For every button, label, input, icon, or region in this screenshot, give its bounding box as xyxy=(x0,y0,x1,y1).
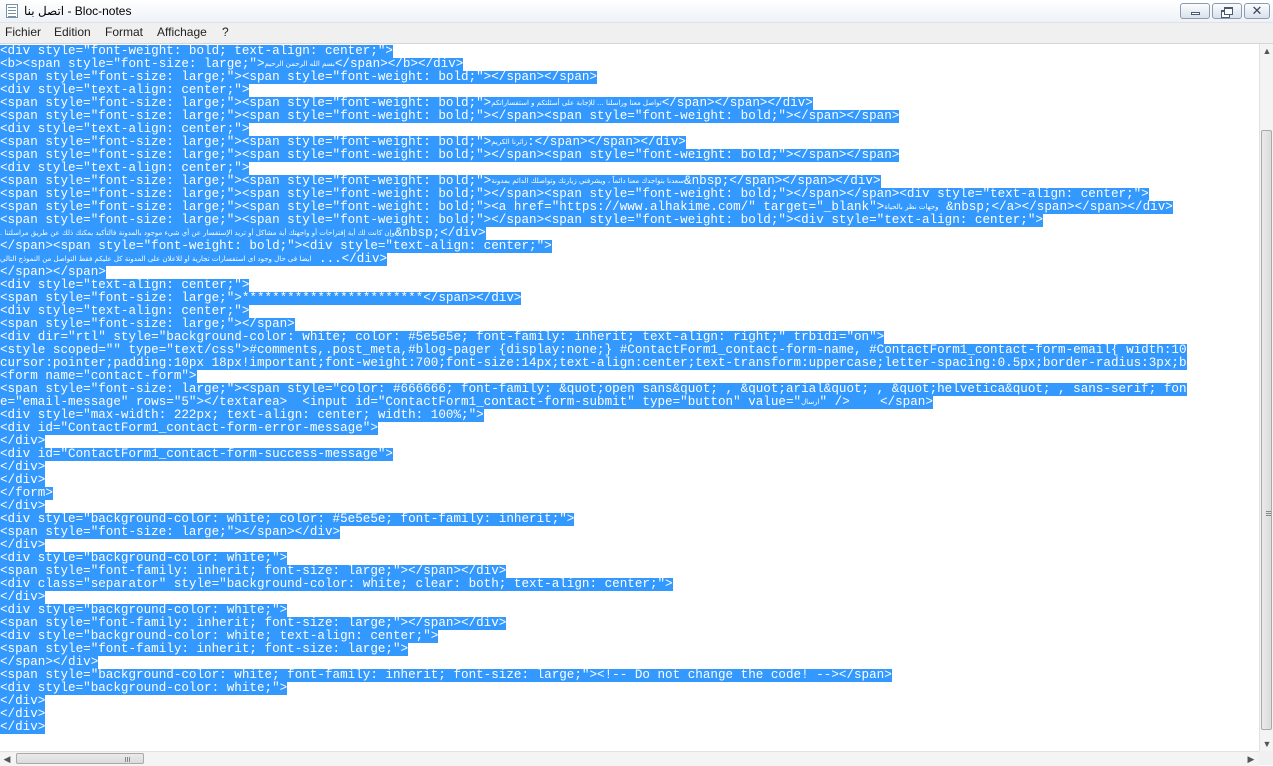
horizontal-scroll-thumb[interactable] xyxy=(16,753,144,764)
grip-icon xyxy=(1266,511,1271,512)
notepad-window: اتصل بنا - Bloc-notes ✕ Fichier Edition … xyxy=(0,0,1273,766)
restore-icon xyxy=(1224,7,1233,15)
menu-bar: Fichier Edition Format Affichage ? xyxy=(0,23,1273,44)
menu-fichier[interactable]: Fichier xyxy=(5,25,41,39)
code-text-segment: " /> </span> xyxy=(819,395,933,409)
editor-line: <div class="separator" style="background… xyxy=(0,578,673,591)
minimize-icon xyxy=(1191,12,1200,15)
text-editor[interactable]: <div style="font-weight: bold; text-alig… xyxy=(0,44,1259,751)
menu-affichage[interactable]: Affichage xyxy=(157,25,207,39)
maximize-button[interactable] xyxy=(1212,3,1242,19)
menu-edition[interactable]: Edition xyxy=(54,25,91,39)
code-text-segment: <span style="font-size: large;"><span st… xyxy=(0,213,1043,227)
vertical-scroll-thumb[interactable] xyxy=(1261,130,1272,730)
title-bar[interactable]: اتصل بنا - Bloc-notes ✕ xyxy=(0,0,1273,23)
vertical-scrollbar[interactable]: ▲ ▼ xyxy=(1259,44,1273,751)
scroll-up-icon[interactable]: ▲ xyxy=(1261,44,1273,58)
minimize-button[interactable] xyxy=(1180,3,1210,19)
editor-line: <div id="ContactForm1_contact-form-succe… xyxy=(0,448,393,461)
grip-icon xyxy=(125,757,126,762)
code-text-segment: <div id="ContactForm1_contact-form-succe… xyxy=(0,447,393,461)
arabic-text-segment: ارسال xyxy=(801,396,820,409)
close-button[interactable]: ✕ xyxy=(1244,3,1270,19)
code-text-segment: </div> xyxy=(0,720,46,734)
editor-line: </span><span style="font-weight: bold;">… xyxy=(0,240,552,253)
horizontal-scrollbar[interactable]: ◀ ▶ xyxy=(0,751,1259,766)
code-text-segment: </span><span style="font-weight: bold;">… xyxy=(0,239,552,253)
code-text-segment: <span style="font-size: large;"></span><… xyxy=(0,525,341,539)
scroll-down-icon[interactable]: ▼ xyxy=(1261,737,1273,751)
scroll-left-icon[interactable]: ◀ xyxy=(0,752,14,766)
editor-line: <div id="ContactForm1_contact-form-error… xyxy=(0,422,378,435)
code-text-segment: ...</div> xyxy=(311,252,388,266)
close-icon: ✕ xyxy=(1251,3,1263,18)
editor-line: </div> xyxy=(0,720,46,734)
editor-line: <span style="font-size: large;"><span st… xyxy=(0,214,1043,227)
notepad-icon xyxy=(6,4,18,18)
code-text-segment: <div class="separator" style="background… xyxy=(0,577,673,591)
code-text-segment: <div id="ContactForm1_contact-form-error… xyxy=(0,421,378,435)
editor-line: <span style="font-size: large;"></span><… xyxy=(0,525,341,539)
menu-help[interactable]: ? xyxy=(222,25,229,39)
window-title: اتصل بنا - Bloc-notes xyxy=(24,4,132,18)
scrollbar-corner xyxy=(1259,751,1273,765)
menu-format[interactable]: Format xyxy=(105,25,143,39)
scroll-right-icon[interactable]: ▶ xyxy=(1244,752,1258,766)
